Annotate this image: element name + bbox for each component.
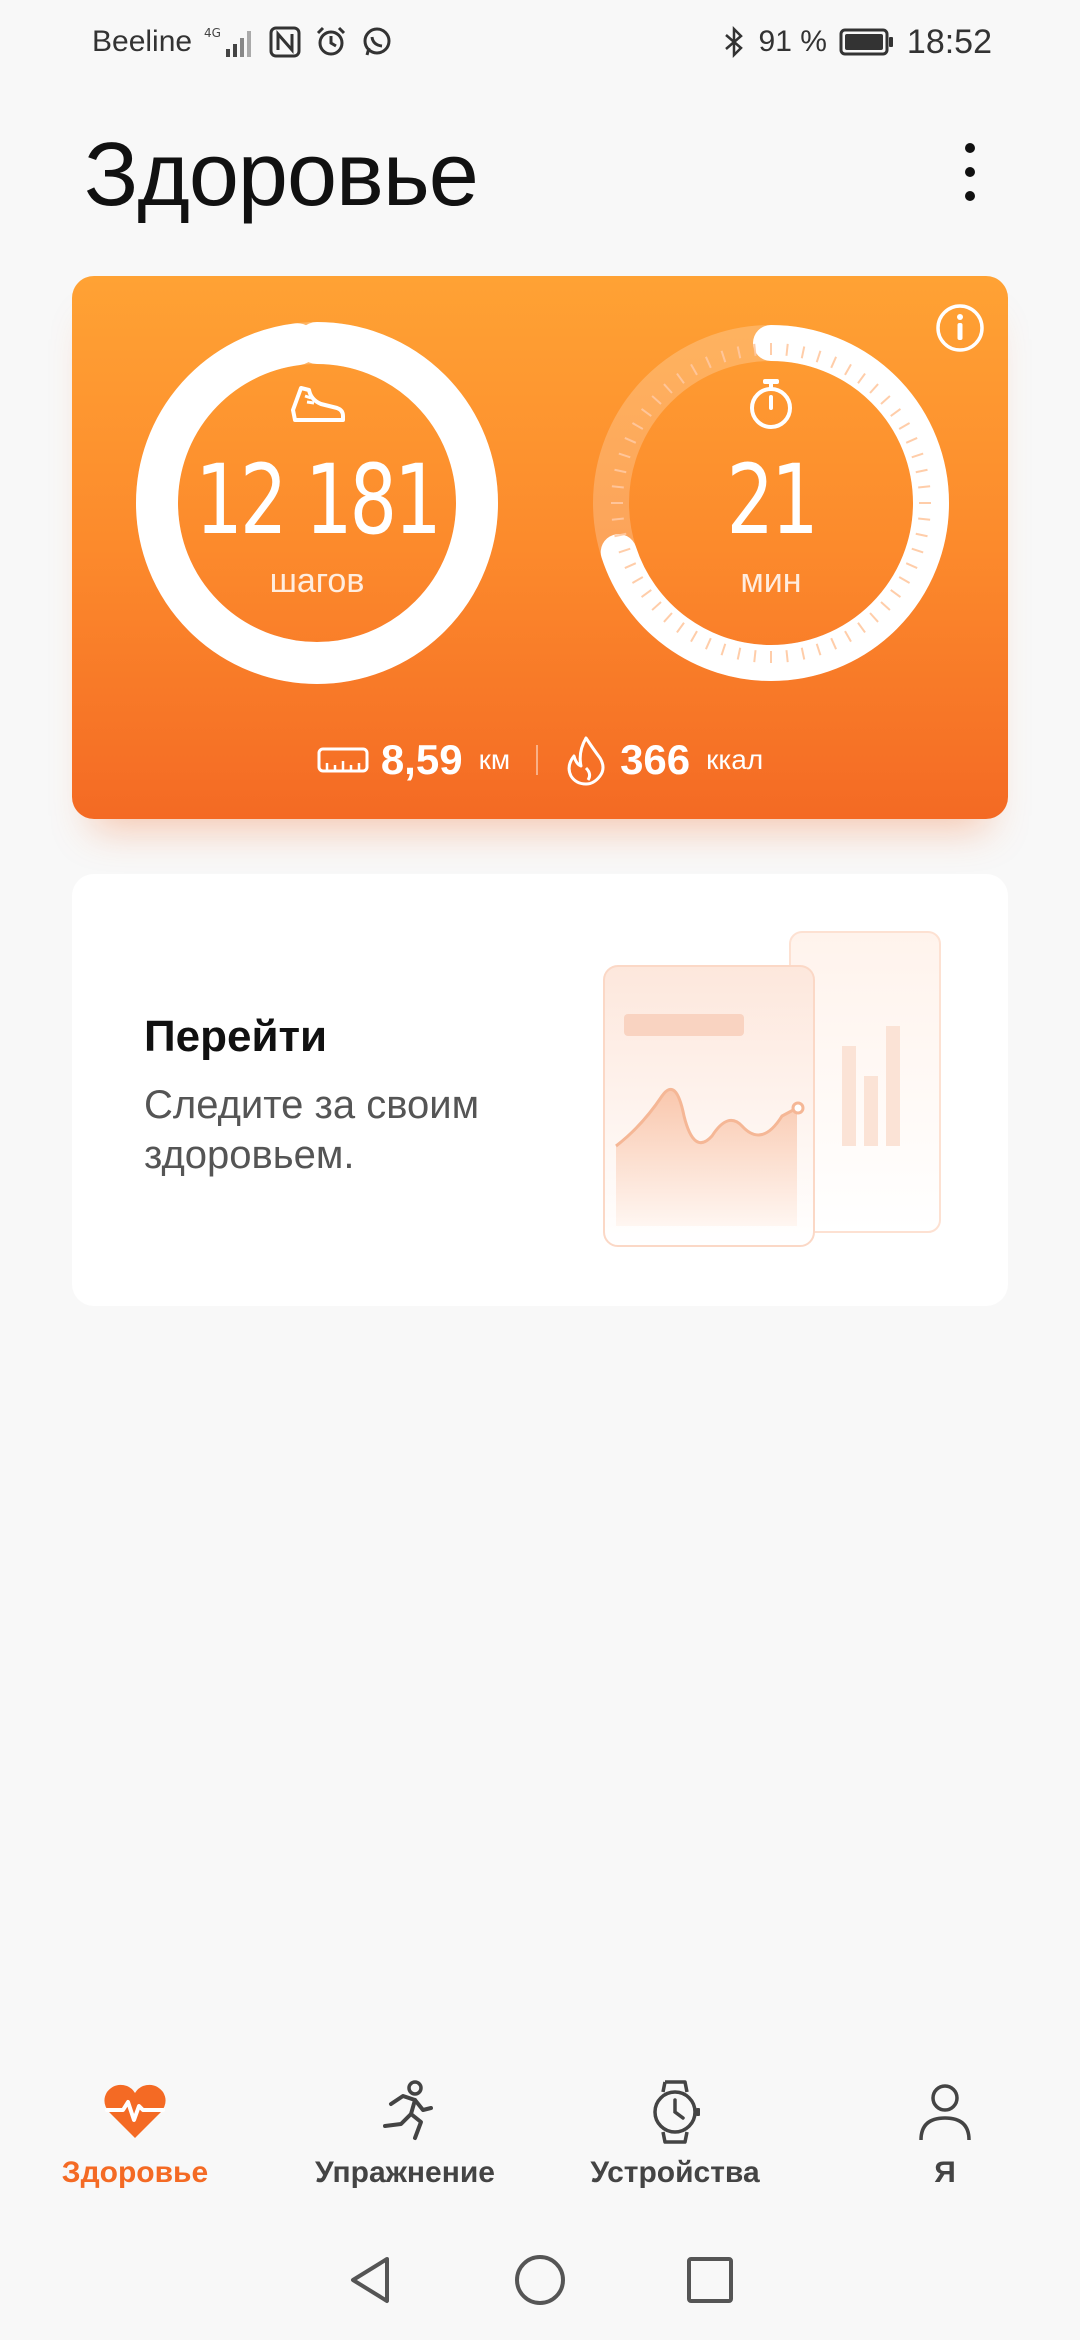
whatsapp-icon — [360, 25, 394, 59]
ruler-icon — [317, 747, 369, 773]
steps-value: 12 181 — [195, 443, 441, 556]
signal-icon: 4G — [204, 25, 256, 59]
recents-square-icon — [687, 2257, 733, 2303]
nav-label-devices: Устройства — [590, 2156, 760, 2189]
running-icon — [383, 2080, 433, 2140]
back-triangle-icon — [351, 2257, 389, 2303]
activity-card[interactable]: 12 181 шагов 21 мин 8,59 км 366 ккал — [72, 276, 1008, 819]
nav-item-exercise[interactable]: Упражнение — [270, 2052, 540, 2190]
stopwatch-icon — [745, 376, 797, 432]
person-icon — [919, 2084, 971, 2141]
carrier-label: Beeline — [92, 25, 193, 58]
status-bar: Beeline 4G 91 % 18:52 — [0, 0, 1080, 84]
promo-title: Перейти — [144, 1012, 328, 1061]
system-navigation-bar — [0, 2230, 1080, 2330]
status-right: 91 % 18:52 — [721, 23, 992, 62]
distance-unit: км — [478, 744, 511, 775]
stats-divider — [536, 745, 539, 775]
calories-stat: 366 ккал — [564, 734, 763, 786]
nav-item-me[interactable]: Я — [810, 2052, 1080, 2190]
alarm-icon — [314, 25, 348, 59]
more-options-button[interactable] — [940, 132, 1000, 212]
nfc-icon — [268, 25, 302, 59]
heart-pulse-icon — [104, 2084, 166, 2138]
distance-stat: 8,59 км — [317, 736, 510, 784]
more-dot-icon — [965, 191, 975, 201]
minutes-value: 21 — [726, 443, 818, 556]
distance-value: 8,59 — [380, 736, 463, 783]
activity-stats: 8,59 км 366 ккал — [72, 728, 1008, 792]
minutes-ring[interactable]: 21 мин — [588, 320, 954, 686]
home-circle-icon — [515, 2255, 565, 2305]
promo-description: Следите за своим здоровьем. — [144, 1083, 480, 1177]
minutes-center: 21 мин — [588, 320, 954, 686]
nav-label-exercise: Упражнение — [315, 2156, 495, 2189]
steps-ring[interactable]: 12 181 шагов — [134, 320, 500, 686]
page-title: Здоровье — [84, 125, 479, 225]
flame-icon — [567, 736, 605, 786]
more-dot-icon — [965, 143, 975, 153]
steps-unit: шагов — [269, 561, 365, 600]
calories-unit: ккал — [706, 744, 764, 775]
battery-percent: 91 % — [758, 25, 827, 58]
battery-icon — [839, 27, 895, 57]
nav-item-devices[interactable]: Устройства — [540, 2052, 810, 2190]
home-button[interactable] — [510, 2250, 570, 2310]
status-left: Beeline 4G — [92, 25, 394, 59]
steps-center: 12 181 шагов — [134, 320, 500, 686]
bluetooth-icon — [721, 25, 747, 59]
nav-item-health[interactable]: Здоровье — [0, 2052, 270, 2190]
nav-label-me: Я — [934, 2156, 956, 2189]
network-type-label: 4G — [204, 26, 221, 40]
bottom-navigation: Здоровье Упражнение Устройства Я — [0, 2052, 1080, 2202]
calories-value: 366 — [620, 736, 691, 783]
health-promo-card[interactable]: Перейти Следите за своим здоровьем. — [72, 874, 1008, 1306]
health-chart-illustration — [603, 931, 941, 1247]
recents-button[interactable] — [680, 2250, 740, 2310]
more-dot-icon — [965, 167, 975, 177]
minutes-unit: мин — [740, 561, 802, 600]
shoe-icon — [287, 376, 347, 432]
clock: 18:52 — [906, 22, 992, 61]
nav-label-health: Здоровье — [61, 2156, 209, 2189]
back-button[interactable] — [340, 2250, 400, 2310]
watch-icon — [653, 2080, 700, 2144]
